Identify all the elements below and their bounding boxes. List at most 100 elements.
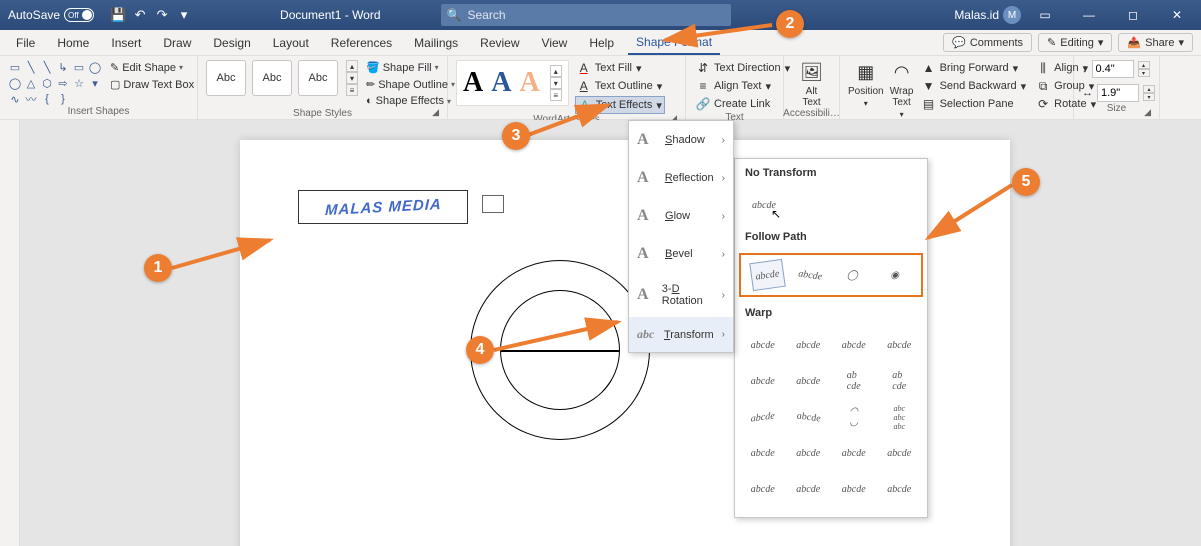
- draw-textbox-button[interactable]: ▢Draw Text Box: [108, 77, 196, 92]
- tab-review[interactable]: Review: [472, 32, 527, 54]
- shape-star-icon[interactable]: ☆: [72, 76, 86, 90]
- wordart-thumb[interactable]: A: [463, 67, 483, 99]
- send-backward-button[interactable]: ▼Send Backward▾: [920, 78, 1029, 94]
- transform-thumb-warp[interactable]: abcabcabc: [882, 403, 918, 431]
- minimize-button[interactable]: —: [1069, 0, 1109, 30]
- tab-draw[interactable]: Draw: [155, 32, 199, 54]
- bring-forward-button[interactable]: ▲Bring Forward▾: [920, 60, 1029, 76]
- gallery-scroll[interactable]: ▴▾≡: [346, 60, 358, 96]
- wrap-text-button[interactable]: ◠Wrap Text▾: [890, 60, 914, 119]
- tab-insert[interactable]: Insert: [103, 32, 149, 54]
- shape-fill-button[interactable]: 🪣Shape Fill▾: [364, 60, 457, 75]
- shape-hex-icon[interactable]: ⬡: [40, 76, 54, 90]
- create-link-button[interactable]: 🔗Create Link: [694, 96, 792, 112]
- wordart-thumb[interactable]: A: [491, 67, 511, 99]
- width-field[interactable]: ↔▴▾: [1082, 84, 1155, 102]
- text-direction-button[interactable]: ⇵Text Direction▾: [694, 60, 792, 76]
- maximize-button[interactable]: ◻: [1113, 0, 1153, 30]
- text-effects-button[interactable]: AText Effects▾: [575, 96, 665, 114]
- shape-styles-gallery[interactable]: Abc Abc Abc ▴▾≡: [206, 60, 358, 96]
- style-thumb[interactable]: Abc: [298, 60, 338, 96]
- transform-thumb-warp[interactable]: abcde: [836, 331, 872, 359]
- transform-thumb-warp[interactable]: abcde: [836, 475, 872, 503]
- tab-mailings[interactable]: Mailings: [406, 32, 466, 54]
- style-thumb[interactable]: Abc: [252, 60, 292, 96]
- dialog-launcher-icon[interactable]: ◢: [432, 107, 439, 118]
- shape-line2-icon[interactable]: ╲: [40, 60, 54, 74]
- shape-oval-icon[interactable]: ◯: [88, 60, 102, 74]
- shape-curve-icon[interactable]: ∿: [8, 92, 22, 106]
- share-button[interactable]: 📤 Share ▾: [1118, 33, 1193, 52]
- tab-help[interactable]: Help: [581, 32, 622, 54]
- transform-thumb-warp[interactable]: ◠◡: [836, 403, 872, 431]
- semicircle-top[interactable]: [500, 290, 620, 350]
- transform-thumb-warp[interactable]: abcde: [745, 331, 781, 359]
- shape-brace-icon[interactable]: {: [40, 92, 54, 106]
- tab-shape-format[interactable]: Shape Format: [628, 31, 720, 55]
- gallery-scroll[interactable]: ▴▾≡: [550, 65, 562, 101]
- shape-brace2-icon[interactable]: }: [56, 92, 70, 106]
- dialog-launcher-icon[interactable]: ◢: [1144, 107, 1151, 118]
- text-fill-button[interactable]: AText Fill▾: [575, 60, 665, 76]
- tab-file[interactable]: File: [8, 32, 43, 54]
- position-button[interactable]: ▦Position▾: [848, 60, 884, 108]
- transform-thumb-warp[interactable]: abcde: [791, 401, 827, 434]
- undo-icon[interactable]: ↶: [132, 7, 148, 23]
- tab-home[interactable]: Home: [49, 32, 97, 54]
- transform-thumb-warp[interactable]: abcde: [791, 367, 827, 395]
- shape-outline-button[interactable]: ✏Shape Outline▾: [364, 77, 457, 92]
- spin-up-icon[interactable]: ▴: [1138, 61, 1150, 69]
- transform-thumb-warp[interactable]: abcde: [882, 439, 918, 467]
- transform-thumb-warp[interactable]: abcde: [791, 475, 827, 503]
- transform-thumb-warp[interactable]: abcde: [836, 439, 872, 467]
- tab-references[interactable]: References: [323, 32, 400, 54]
- qat-more-icon[interactable]: ▾: [176, 7, 192, 23]
- shape-rect-icon[interactable]: ▭: [72, 60, 86, 74]
- transform-thumb-button[interactable]: ◉: [879, 261, 911, 289]
- transform-thumb-warp[interactable]: abcde: [791, 439, 827, 467]
- transform-thumb-warp[interactable]: abcde: [882, 331, 918, 359]
- menu-shadow[interactable]: AShadow›: [629, 121, 733, 159]
- menu-reflection[interactable]: AReflection›: [629, 159, 733, 197]
- align-text-button[interactable]: ≡Align Text▾: [694, 78, 792, 94]
- tab-layout[interactable]: Layout: [265, 32, 317, 54]
- transform-thumb-arch-down[interactable]: abcde: [792, 259, 828, 291]
- transform-thumb-warp[interactable]: abcde: [791, 331, 827, 359]
- transform-thumb-warp[interactable]: abcde: [745, 367, 781, 395]
- selection-pane-button[interactable]: ▤Selection Pane: [920, 96, 1029, 112]
- tab-view[interactable]: View: [534, 32, 576, 54]
- transform-thumb-warp[interactable]: abcde: [745, 475, 781, 503]
- editing-button[interactable]: ✎ Editing ▾: [1038, 33, 1112, 52]
- search-box[interactable]: 🔍: [441, 4, 731, 26]
- autosave[interactable]: AutoSave Off: [0, 8, 102, 22]
- semicircle-bottom[interactable]: [500, 350, 620, 410]
- user-name[interactable]: Malas.id: [954, 8, 999, 22]
- shape-line-icon[interactable]: ╲: [24, 60, 38, 74]
- transform-thumb-circle[interactable]: ◯: [836, 261, 868, 289]
- shape-free-icon[interactable]: 〰: [24, 92, 38, 106]
- height-field[interactable]: ↕▴▾: [1082, 60, 1155, 78]
- transform-thumb-warp[interactable]: abcde: [836, 367, 872, 395]
- textbox-shape[interactable]: MALAS MEDIA: [298, 190, 468, 224]
- user-avatar[interactable]: M: [1003, 6, 1021, 24]
- close-button[interactable]: ✕: [1157, 0, 1197, 30]
- transform-thumb-warp[interactable]: abcde: [882, 367, 918, 395]
- save-icon[interactable]: 💾: [110, 7, 126, 23]
- shape-more-icon[interactable]: ▾: [88, 76, 102, 90]
- menu-3d-rotation[interactable]: A3-D Rotation›: [629, 273, 733, 317]
- menu-bevel[interactable]: ABevel›: [629, 235, 733, 273]
- comments-button[interactable]: 💬 Comments: [943, 33, 1032, 52]
- transform-thumb-warp[interactable]: abcde: [745, 439, 781, 467]
- edit-shape-button[interactable]: ✎Edit Shape▾: [108, 60, 196, 75]
- layout-options-icon[interactable]: [482, 195, 504, 213]
- menu-glow[interactable]: AGlow›: [629, 197, 733, 235]
- wordart-thumb[interactable]: A: [519, 67, 539, 99]
- transform-thumb-arch-up[interactable]: abcde: [749, 259, 785, 291]
- search-input[interactable]: [467, 8, 724, 22]
- alt-text-button[interactable]: 🖼Alt Text: [792, 60, 831, 108]
- shape-textbox-icon[interactable]: ▭: [8, 60, 22, 74]
- redo-icon[interactable]: ↷: [154, 7, 170, 23]
- autosave-toggle[interactable]: Off: [64, 8, 94, 22]
- shape-arrow-icon[interactable]: ⇨: [56, 76, 70, 90]
- shape-tri-icon[interactable]: △: [24, 76, 38, 90]
